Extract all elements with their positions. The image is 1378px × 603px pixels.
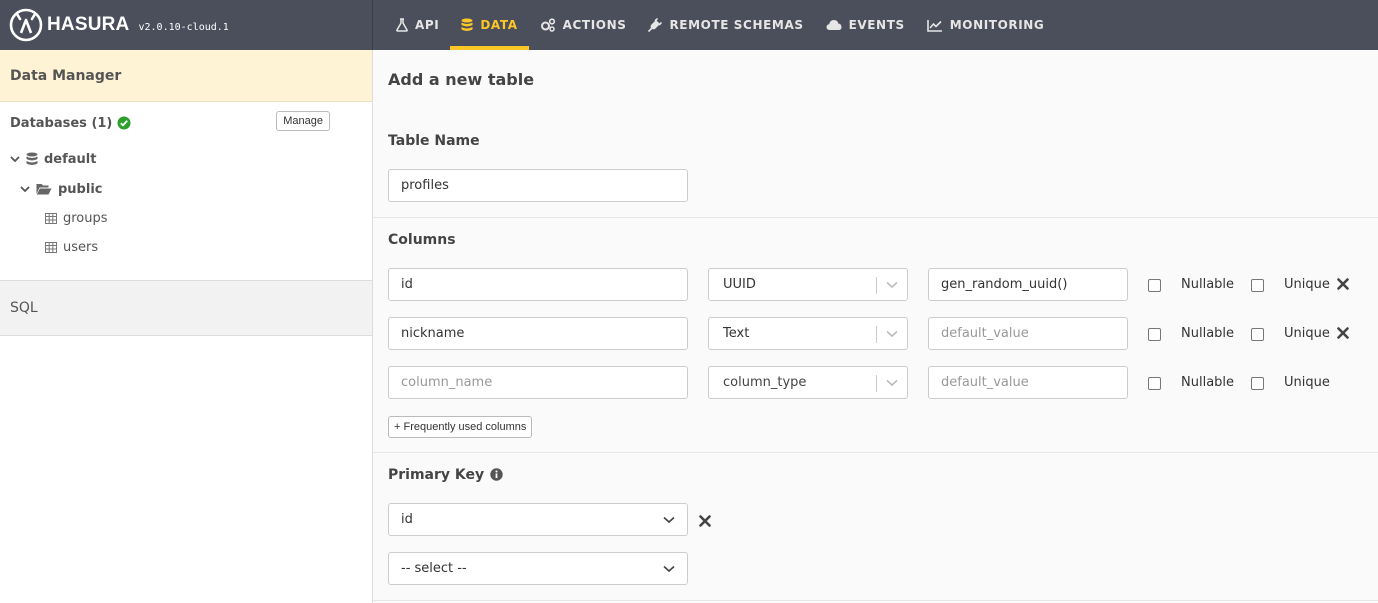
table-icon xyxy=(45,213,57,224)
table-icon xyxy=(45,242,57,253)
tree-database-default[interactable]: default xyxy=(0,144,372,174)
sidebar: Data Manager Databases (1) Manage defaul… xyxy=(0,50,373,603)
primary-key-value: id xyxy=(401,512,413,527)
nav-data-label: DATA xyxy=(480,18,518,32)
cogs-icon xyxy=(540,18,555,32)
column-type-value: Text xyxy=(723,326,750,341)
tree-schema-public[interactable]: public xyxy=(0,174,372,204)
databases-label: Databases (1) xyxy=(10,115,113,131)
plug-icon xyxy=(648,18,663,32)
nav-monitoring-label: MONITORING xyxy=(949,18,1045,32)
nav-actions-label: ACTIONS xyxy=(562,18,627,32)
tree-schema-label: public xyxy=(58,181,103,197)
column-type-select[interactable]: UUID xyxy=(708,268,908,301)
select-separator xyxy=(876,375,877,392)
cloud-icon xyxy=(826,20,842,30)
nav-actions[interactable]: ACTIONS xyxy=(529,0,638,50)
top-navbar: HASURA v2.0.10-cloud.1 API DATA ACTIONS … xyxy=(0,0,1378,50)
column-default-input[interactable] xyxy=(928,317,1128,350)
column-type-value: UUID xyxy=(723,277,756,292)
nullable-checkbox[interactable] xyxy=(1148,328,1161,341)
line-chart-icon xyxy=(926,19,942,32)
divider xyxy=(373,600,1378,601)
divider xyxy=(373,217,1378,218)
sidebar-item-sql[interactable]: SQL xyxy=(0,280,372,336)
columns-label: Columns xyxy=(388,232,456,248)
column-default-input[interactable] xyxy=(928,268,1128,301)
nullable-label: Nullable xyxy=(1181,326,1235,341)
chevron-down-icon xyxy=(10,156,20,163)
primary-key-placeholder: -- select -- xyxy=(401,561,467,576)
tree-table-users[interactable]: users xyxy=(0,233,372,262)
unique-label: Unique xyxy=(1284,375,1330,390)
nav-remote-schemas-label: REMOTE SCHEMAS xyxy=(669,18,804,32)
brand-name: HASURA xyxy=(47,14,130,35)
brand-version: v2.0.10-cloud.1 xyxy=(138,21,229,33)
flask-icon xyxy=(396,18,408,32)
nav-api[interactable]: API xyxy=(385,0,450,50)
manage-button[interactable]: Manage xyxy=(276,111,330,131)
tree-table-label: groups xyxy=(63,211,108,226)
select-separator xyxy=(876,326,877,343)
sql-label: SQL xyxy=(10,300,38,316)
tree-table-groups[interactable]: groups xyxy=(0,204,372,233)
column-type-select[interactable]: column_type xyxy=(708,366,908,399)
nullable-checkbox[interactable] xyxy=(1148,377,1161,390)
column-type-placeholder: column_type xyxy=(723,375,807,390)
chevron-down-icon xyxy=(20,186,30,193)
chevron-down-icon xyxy=(663,565,675,573)
column-name-input[interactable] xyxy=(388,366,688,399)
frequently-used-columns-button[interactable]: + Frequently used columns xyxy=(388,416,533,438)
hasura-logo-icon xyxy=(9,8,43,42)
chevron-down-icon xyxy=(886,379,898,387)
select-separator xyxy=(876,277,877,294)
divider xyxy=(373,452,1378,453)
column-type-select[interactable]: Text xyxy=(708,317,908,350)
database-icon xyxy=(461,18,473,31)
nav-remote-schemas[interactable]: REMOTE SCHEMAS xyxy=(637,0,814,50)
column-name-input[interactable] xyxy=(388,268,688,301)
remove-column-icon[interactable] xyxy=(1337,278,1349,290)
tree-database-label: default xyxy=(44,151,97,167)
database-icon xyxy=(26,152,38,165)
table-name-input[interactable] xyxy=(388,169,688,202)
column-name-input[interactable] xyxy=(388,317,688,350)
folder-open-icon xyxy=(36,184,52,195)
primary-key-label: Primary Key xyxy=(388,467,485,483)
unique-checkbox[interactable] xyxy=(1251,377,1264,390)
data-manager-title: Data Manager xyxy=(10,67,122,84)
data-manager-header[interactable]: Data Manager xyxy=(0,50,372,102)
nav-monitoring[interactable]: MONITORING xyxy=(916,0,1056,50)
unique-label: Unique xyxy=(1284,326,1330,341)
main-nav: API DATA ACTIONS REMOTE SCHEMAS EVENTS M… xyxy=(373,0,1055,50)
chevron-down-icon xyxy=(663,516,675,524)
nav-events[interactable]: EVENTS xyxy=(815,0,916,50)
main-content: Add a new table Table Name Columns UUID … xyxy=(373,50,1378,603)
nav-data[interactable]: DATA xyxy=(450,0,529,50)
nullable-label: Nullable xyxy=(1181,277,1235,292)
table-name-label: Table Name xyxy=(388,133,480,149)
remove-column-icon[interactable] xyxy=(1337,327,1349,339)
primary-key-select[interactable]: id xyxy=(388,503,688,536)
info-icon[interactable] xyxy=(490,468,503,481)
databases-header: Databases (1) Manage xyxy=(0,102,372,144)
chevron-down-icon xyxy=(886,330,898,338)
nullable-label: Nullable xyxy=(1181,375,1235,390)
page-title: Add a new table xyxy=(388,70,535,89)
unique-checkbox[interactable] xyxy=(1251,279,1264,292)
nav-api-label: API xyxy=(415,18,440,32)
unique-checkbox[interactable] xyxy=(1251,328,1264,341)
nullable-checkbox[interactable] xyxy=(1148,279,1161,292)
primary-key-add-select[interactable]: -- select -- xyxy=(388,552,688,585)
brand[interactable]: HASURA v2.0.10-cloud.1 xyxy=(0,0,373,50)
unique-label: Unique xyxy=(1284,277,1330,292)
column-default-input[interactable] xyxy=(928,366,1128,399)
nav-events-label: EVENTS xyxy=(848,18,905,32)
check-circle-icon xyxy=(117,116,131,130)
tree-table-label: users xyxy=(63,240,99,255)
chevron-down-icon xyxy=(886,281,898,289)
remove-primary-key-icon[interactable] xyxy=(699,515,711,527)
